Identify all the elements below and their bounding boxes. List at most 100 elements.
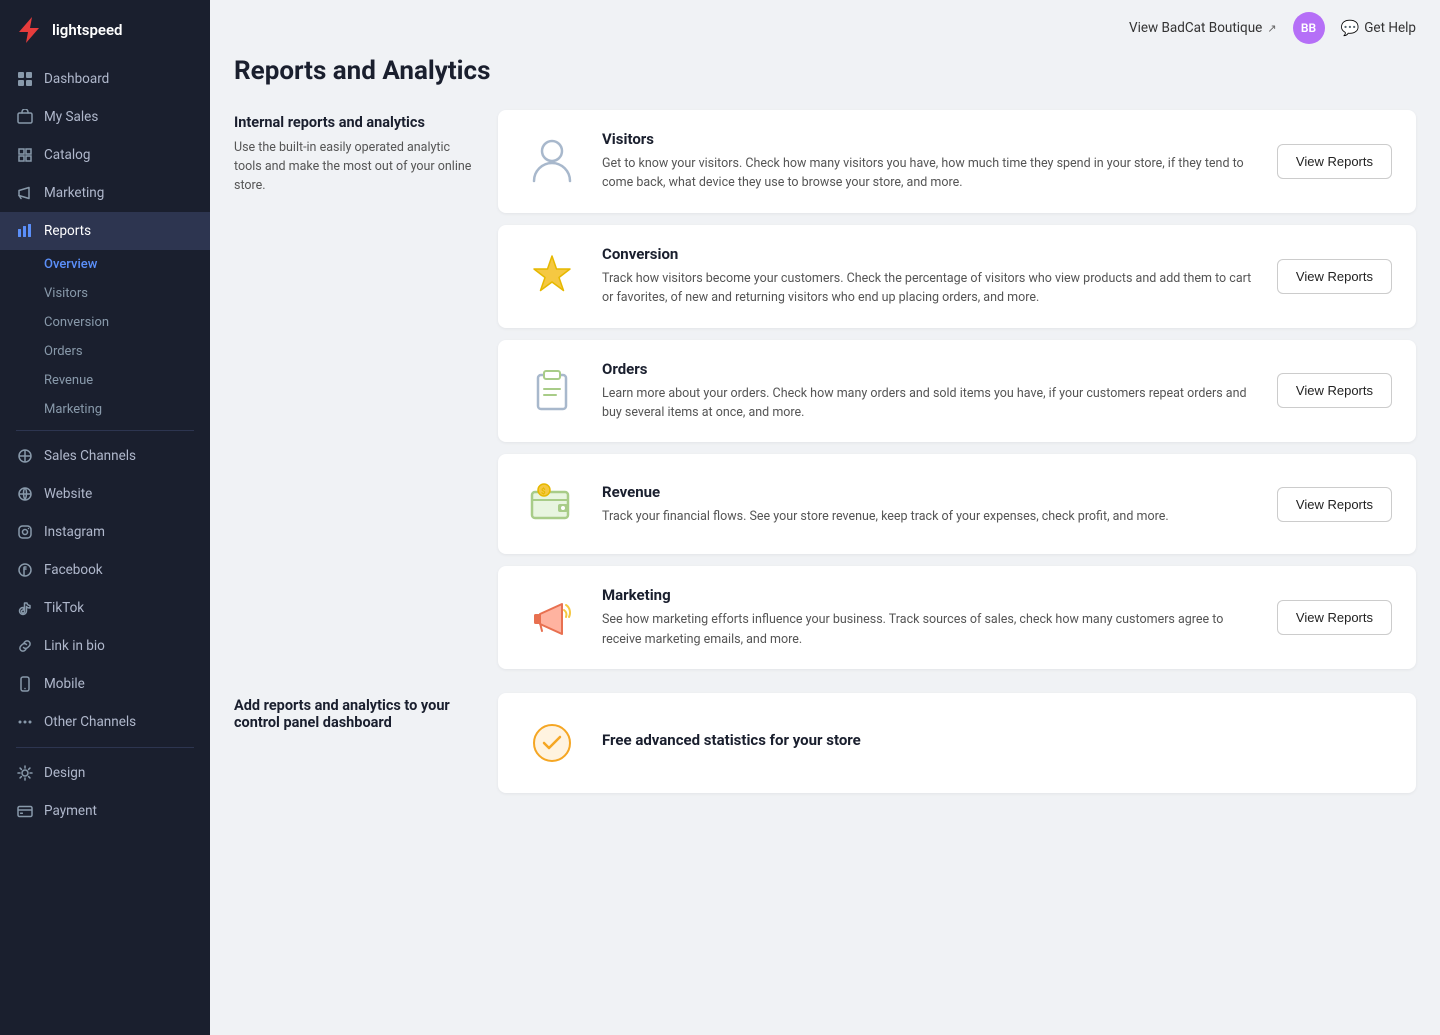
sidebar-item-facebook[interactable]: Facebook <box>0 551 210 589</box>
sidebar-sub-orders-label: Orders <box>44 344 83 359</box>
bottom-card-text: Free advanced statistics for your store <box>602 731 861 755</box>
marketing-card-icon <box>522 588 582 648</box>
sidebar-item-catalog[interactable]: Catalog <box>0 136 210 174</box>
svg-text:$: $ <box>541 487 546 496</box>
sidebar-item-payment-label: Payment <box>44 803 97 819</box>
payment-icon <box>16 802 34 820</box>
sidebar-item-instagram[interactable]: Instagram <box>0 513 210 551</box>
website-icon <box>16 485 34 503</box>
view-store-link[interactable]: View BadCat Boutique ↗ <box>1129 20 1277 36</box>
sidebar-sub-revenue[interactable]: Revenue <box>0 366 210 395</box>
chat-icon: 💬 <box>1341 19 1360 37</box>
orders-view-reports-button[interactable]: View Reports <box>1277 373 1392 408</box>
sidebar-item-link-in-bio-label: Link in bio <box>44 638 105 654</box>
sidebar: lightspeed Dashboard My Sales Catalog Ma… <box>0 0 210 1035</box>
sidebar-sub-visitors[interactable]: Visitors <box>0 279 210 308</box>
help-label: Get Help <box>1364 20 1416 36</box>
sidebar-divider-1 <box>16 430 194 431</box>
sidebar-item-marketing[interactable]: Marketing <box>0 174 210 212</box>
dashboard-icon <box>16 70 34 88</box>
visitors-card-desc: Get to know your visitors. Check how man… <box>602 154 1257 193</box>
visitors-card-title: Visitors <box>602 130 1257 148</box>
revenue-card-text: Revenue Track your financial flows. See … <box>602 483 1257 526</box>
marketing-card: Marketing See how marketing efforts infl… <box>498 566 1416 669</box>
revenue-card-title: Revenue <box>602 483 1257 501</box>
sidebar-item-sales-channels[interactable]: Sales Channels <box>0 437 210 475</box>
bottom-section: Add reports and analytics to your contro… <box>234 693 1416 793</box>
conversion-card: Conversion Track how visitors become you… <box>498 225 1416 328</box>
sidebar-item-marketing-label: Marketing <box>44 185 104 201</box>
orders-card-title: Orders <box>602 360 1257 378</box>
sidebar-item-reports[interactable]: Reports <box>0 212 210 250</box>
revenue-card: $ Revenue Track your financial flows. Se… <box>498 454 1416 554</box>
sidebar-sub-orders[interactable]: Orders <box>0 337 210 366</box>
sidebar-item-tiktok[interactable]: TikTok <box>0 589 210 627</box>
sidebar-item-mobile-label: Mobile <box>44 676 85 692</box>
internal-section: Internal reports and analytics Use the b… <box>234 110 1416 669</box>
reports-icon <box>16 222 34 240</box>
sales-icon <box>16 108 34 126</box>
bottom-card-icon <box>522 713 582 773</box>
visitors-card: Visitors Get to know your visitors. Chec… <box>498 110 1416 213</box>
sales-channels-icon <box>16 447 34 465</box>
sidebar-item-payment[interactable]: Payment <box>0 792 210 830</box>
sidebar-sub-revenue-label: Revenue <box>44 373 93 388</box>
sidebar-item-facebook-label: Facebook <box>44 562 103 578</box>
sidebar-item-sales-channels-label: Sales Channels <box>44 448 136 464</box>
sidebar-sub-marketing[interactable]: Marketing <box>0 395 210 424</box>
avatar-initials: BB <box>1301 21 1316 35</box>
sidebar-sub-visitors-label: Visitors <box>44 286 88 301</box>
sidebar-item-website[interactable]: Website <box>0 475 210 513</box>
revenue-view-reports-button[interactable]: View Reports <box>1277 487 1392 522</box>
orders-card-desc: Learn more about your orders. Check how … <box>602 384 1257 423</box>
other-channels-icon <box>16 713 34 731</box>
conversion-card-desc: Track how visitors become your customers… <box>602 269 1257 308</box>
bottom-section-heading: Add reports and analytics to your contro… <box>234 697 474 731</box>
sidebar-sub-overview-label: Overview <box>44 257 97 272</box>
topbar: View BadCat Boutique ↗ BB 💬 Get Help <box>210 0 1440 56</box>
marketing-card-text: Marketing See how marketing efforts infl… <box>602 586 1257 649</box>
sidebar-item-dashboard[interactable]: Dashboard <box>0 60 210 98</box>
sidebar-sub-overview[interactable]: Overview <box>0 250 210 279</box>
conversion-card-text: Conversion Track how visitors become you… <box>602 245 1257 308</box>
link-icon <box>16 637 34 655</box>
catalog-icon <box>16 146 34 164</box>
internal-section-heading: Internal reports and analytics <box>234 114 474 131</box>
sidebar-item-dashboard-label: Dashboard <box>44 71 109 87</box>
sidebar-item-other-channels[interactable]: Other Channels <box>0 703 210 741</box>
conversion-icon <box>522 246 582 306</box>
logo-icon <box>16 16 44 44</box>
revenue-icon: $ <box>522 474 582 534</box>
internal-section-desc: Use the built-in easily operated analyti… <box>234 139 474 195</box>
app-name: lightspeed <box>52 21 122 39</box>
app-logo[interactable]: lightspeed <box>0 0 210 60</box>
sidebar-item-website-label: Website <box>44 486 92 502</box>
sidebar-item-design-label: Design <box>44 765 85 781</box>
sidebar-sub-marketing-label: Marketing <box>44 402 102 417</box>
page-content: Reports and Analytics Internal reports a… <box>210 56 1440 817</box>
bottom-section-left: Add reports and analytics to your contro… <box>234 693 474 793</box>
sidebar-item-mobile[interactable]: Mobile <box>0 665 210 703</box>
mobile-icon <box>16 675 34 693</box>
tiktok-icon <box>16 599 34 617</box>
marketing-card-title: Marketing <box>602 586 1257 604</box>
sidebar-sub-conversion[interactable]: Conversion <box>0 308 210 337</box>
avatar[interactable]: BB <box>1293 12 1325 44</box>
view-store-label: View BadCat Boutique <box>1129 20 1262 36</box>
get-help-button[interactable]: 💬 Get Help <box>1341 19 1416 37</box>
sidebar-item-instagram-label: Instagram <box>44 524 105 540</box>
sidebar-item-my-sales[interactable]: My Sales <box>0 98 210 136</box>
sidebar-item-design[interactable]: Design <box>0 754 210 792</box>
marketing-view-reports-button[interactable]: View Reports <box>1277 600 1392 635</box>
sidebar-item-my-sales-label: My Sales <box>44 109 98 125</box>
sidebar-item-reports-label: Reports <box>44 223 91 239</box>
orders-card-text: Orders Learn more about your orders. Che… <box>602 360 1257 423</box>
sidebar-sub-conversion-label: Conversion <box>44 315 109 330</box>
revenue-card-desc: Track your financial flows. See your sto… <box>602 507 1257 526</box>
visitors-view-reports-button[interactable]: View Reports <box>1277 144 1392 179</box>
sidebar-item-link-in-bio[interactable]: Link in bio <box>0 627 210 665</box>
conversion-view-reports-button[interactable]: View Reports <box>1277 259 1392 294</box>
conversion-card-title: Conversion <box>602 245 1257 263</box>
bottom-card: Free advanced statistics for your store <box>498 693 1416 793</box>
report-cards-list: Visitors Get to know your visitors. Chec… <box>498 110 1416 669</box>
